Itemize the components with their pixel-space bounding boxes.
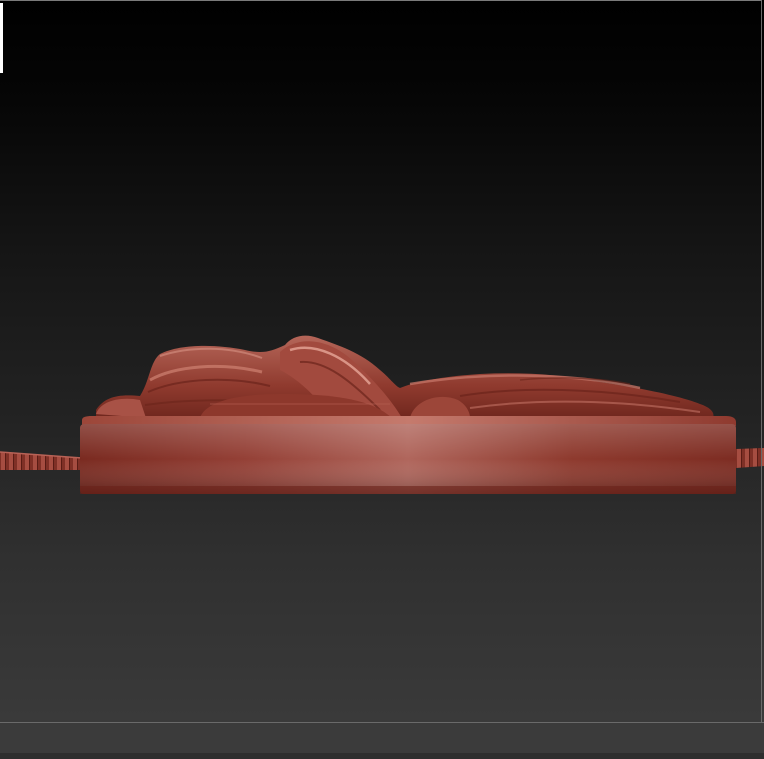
bottom-status-bar [0, 722, 764, 759]
relief-figure [96, 335, 714, 420]
3d-viewport-canvas[interactable] [0, 0, 764, 759]
medallion-rim [80, 424, 736, 494]
left-chain [0, 451, 83, 470]
right-chain [736, 448, 764, 468]
sculpted-relief-medallion-model[interactable] [0, 0, 764, 759]
status-bar-strip [0, 753, 764, 759]
